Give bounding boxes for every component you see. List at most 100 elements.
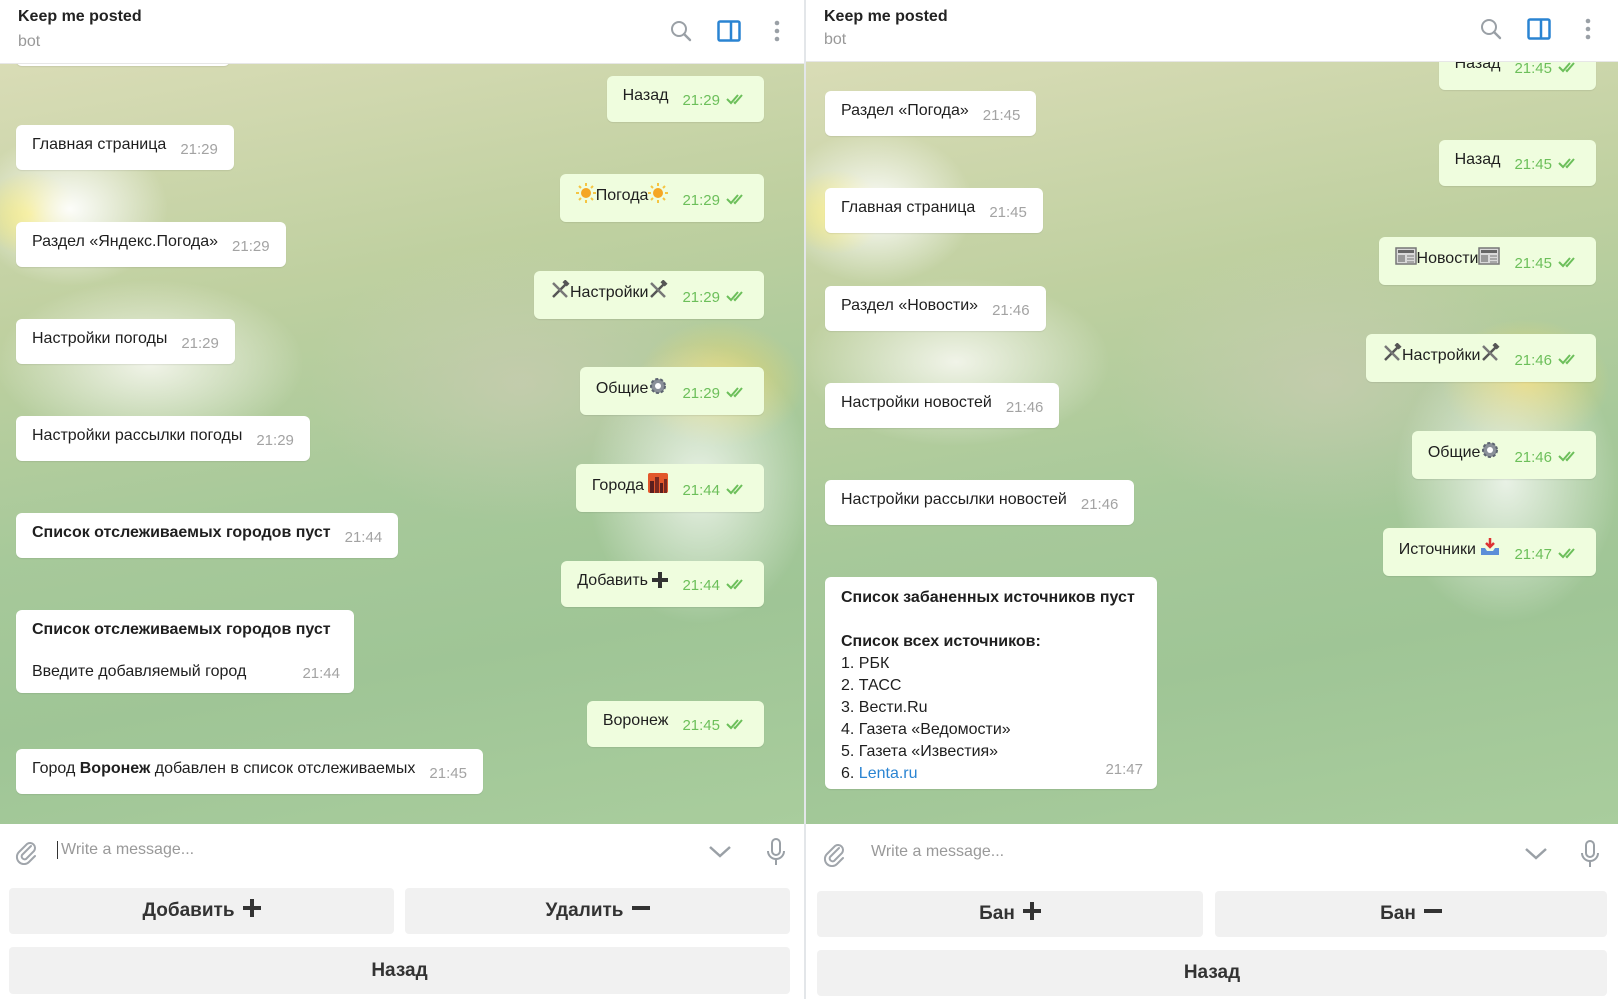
message-bubble-out[interactable]: Воронеж 21:45 (586, 701, 764, 747)
more-menu-icon[interactable] (1575, 16, 1601, 42)
message-text: Список всех источников: (841, 633, 1041, 650)
city-sunset-icon (648, 473, 669, 500)
sidebar-toggle-icon[interactable] (1526, 16, 1552, 42)
button-label: Назад (1183, 962, 1241, 983)
message-time: 21:29 (181, 335, 219, 352)
keyboard-button-ban-remove[interactable]: Бан (1215, 891, 1607, 937)
plus-icon (652, 572, 669, 595)
message-text: Новости (1416, 250, 1479, 267)
message-bubble-in[interactable]: Список отслеживаемых городов пуст 21:44 (16, 513, 399, 558)
double-check-icon (726, 716, 748, 738)
message-time: 21:44 (682, 482, 720, 499)
more-menu-icon[interactable] (764, 18, 790, 44)
message-list[interactable]: Назад 21:45 Раздел «Погода» 21:45 Назад 21:… (806, 62, 1618, 824)
microphone-icon[interactable] (762, 838, 790, 866)
message-bubble-in[interactable]: Настройки рассылки новостей 21:46 (825, 480, 1135, 525)
keyboard-button-add[interactable]: Добавить (9, 888, 394, 934)
message-text: Раздел «Погода» (841, 102, 969, 119)
message-bubble-in[interactable]: Настройки рассылки погоды 21:29 (16, 416, 310, 461)
message-bubble-out[interactable]: Погода 21:29 (559, 174, 764, 222)
message-input[interactable]: Write a message... (871, 843, 1004, 861)
double-check-icon (726, 91, 748, 113)
keyboard-button-remove[interactable]: Удалить (405, 888, 790, 934)
message-text: Воронеж (602, 712, 669, 729)
gear-icon (648, 376, 668, 403)
message-bubble-in[interactable]: Настройки погоды 21:29 (16, 319, 235, 364)
message-text: Назад (1454, 62, 1501, 72)
message-bubble-in[interactable]: Главная страница 21:45 (825, 188, 1043, 233)
message-composer: Write a message... (0, 824, 804, 878)
message-text: Погода (595, 187, 649, 204)
message-input[interactable]: Write a message... (57, 841, 194, 859)
message-time: 21:47 (1514, 546, 1552, 563)
list-item: 1. РБК (841, 655, 890, 672)
double-check-icon (1558, 351, 1580, 373)
message-bubble-out[interactable]: Города 21:44 (575, 464, 764, 512)
double-check-icon (726, 288, 748, 310)
button-label: Назад (371, 959, 428, 981)
message-bubble-in[interactable]: Список отслеживаемых городов пуст Введит… (16, 610, 354, 693)
message-time: 21:45 (1514, 62, 1552, 77)
message-text: Главная страница (841, 199, 976, 216)
message-bubble-out[interactable]: Настройки 21:46 (1366, 334, 1596, 382)
sidebar-toggle-icon[interactable] (716, 18, 742, 44)
search-icon[interactable] (1478, 16, 1504, 42)
message-time: 21:47 (1105, 761, 1143, 778)
message-bubble-in[interactable]: Раздел «Погода» 21:45 (825, 91, 1037, 136)
message-bubble-out[interactable]: Источники 21:47 (1382, 528, 1596, 576)
message-time: 21:46 (1005, 399, 1044, 416)
double-check-icon (726, 191, 748, 213)
message-bubble-out[interactable]: Назад 21:45 (1438, 140, 1596, 186)
double-check-icon (726, 384, 748, 406)
message-text: Настройки (570, 284, 649, 301)
message-list[interactable]: Назад 21:29 Главная страница 21:29 Погода 2… (0, 64, 804, 824)
message-bubble-out[interactable]: Настройки 21:29 (534, 271, 764, 319)
double-check-icon (1558, 62, 1580, 81)
message-bubble-out[interactable]: Новости 21:45 (1378, 237, 1596, 285)
message-bubble-out[interactable]: Общие 21:29 (579, 367, 764, 415)
message-bubble-in[interactable]: Город Воронеж добавлен в список отслежив… (16, 749, 483, 794)
message-bubble-in[interactable]: Список забаненных источников пуст Список… (825, 577, 1157, 789)
message-time: 21:29 (682, 385, 720, 402)
message-text: Настройки рассылки новостей (841, 491, 1067, 508)
message-bubble-in[interactable]: Раздел «Яндекс.Погода» 21:29 (16, 222, 286, 267)
chat-subtitle: bot (18, 33, 41, 50)
message-bubble-out[interactable]: Назад 21:29 (606, 76, 764, 122)
message-time: 21:46 (992, 302, 1030, 319)
message-bubble-out[interactable]: Общие 21:46 (1411, 431, 1596, 479)
chat-title[interactable]: Keep me posted (18, 8, 142, 26)
chevron-down-icon[interactable] (1522, 840, 1550, 868)
message-bubble-in[interactable]: Настройки новостей 21:46 (825, 383, 1060, 428)
message-time: 21:45 (429, 765, 467, 782)
message-text: Главная страница (32, 136, 167, 153)
message-bubble-out[interactable]: Назад 21:45 (1438, 62, 1596, 90)
attach-icon[interactable] (12, 838, 40, 866)
tools-icon (1382, 342, 1402, 370)
attach-icon[interactable] (820, 840, 848, 868)
list-item: 5. Газета «Известия» (841, 743, 999, 760)
double-check-icon (726, 481, 748, 503)
message-bubble-clipped (16, 64, 230, 66)
message-text: Список отслеживаемых городов пуст (32, 524, 331, 541)
keyboard-button-back[interactable]: Назад (9, 947, 790, 994)
message-bubble-in[interactable]: Раздел «Новости» 21:46 (825, 286, 1046, 331)
message-time: 21:45 (989, 204, 1027, 221)
keyboard-button-ban-add[interactable]: Бан (817, 891, 1203, 937)
double-check-icon (1558, 155, 1580, 177)
microphone-icon[interactable] (1576, 840, 1604, 868)
chat-header: Keep me posted bot (806, 0, 1618, 62)
button-label: Добавить (142, 900, 235, 921)
search-icon[interactable] (668, 18, 694, 44)
message-time: 21:29 (682, 289, 720, 306)
gear-icon (1480, 440, 1500, 467)
source-link[interactable]: Lenta.ru (859, 765, 918, 782)
double-check-icon (1558, 448, 1580, 470)
chevron-down-icon[interactable] (706, 838, 734, 866)
chat-title[interactable]: Keep me posted (824, 8, 948, 26)
double-check-icon (1558, 545, 1580, 567)
message-bubble-in[interactable]: Главная страница 21:29 (16, 125, 234, 170)
message-bubble-out[interactable]: Добавить 21:44 (561, 561, 764, 607)
keyboard-button-back[interactable]: Назад (817, 950, 1607, 996)
message-text: Назад (622, 87, 669, 104)
message-time: 21:45 (1514, 255, 1552, 272)
